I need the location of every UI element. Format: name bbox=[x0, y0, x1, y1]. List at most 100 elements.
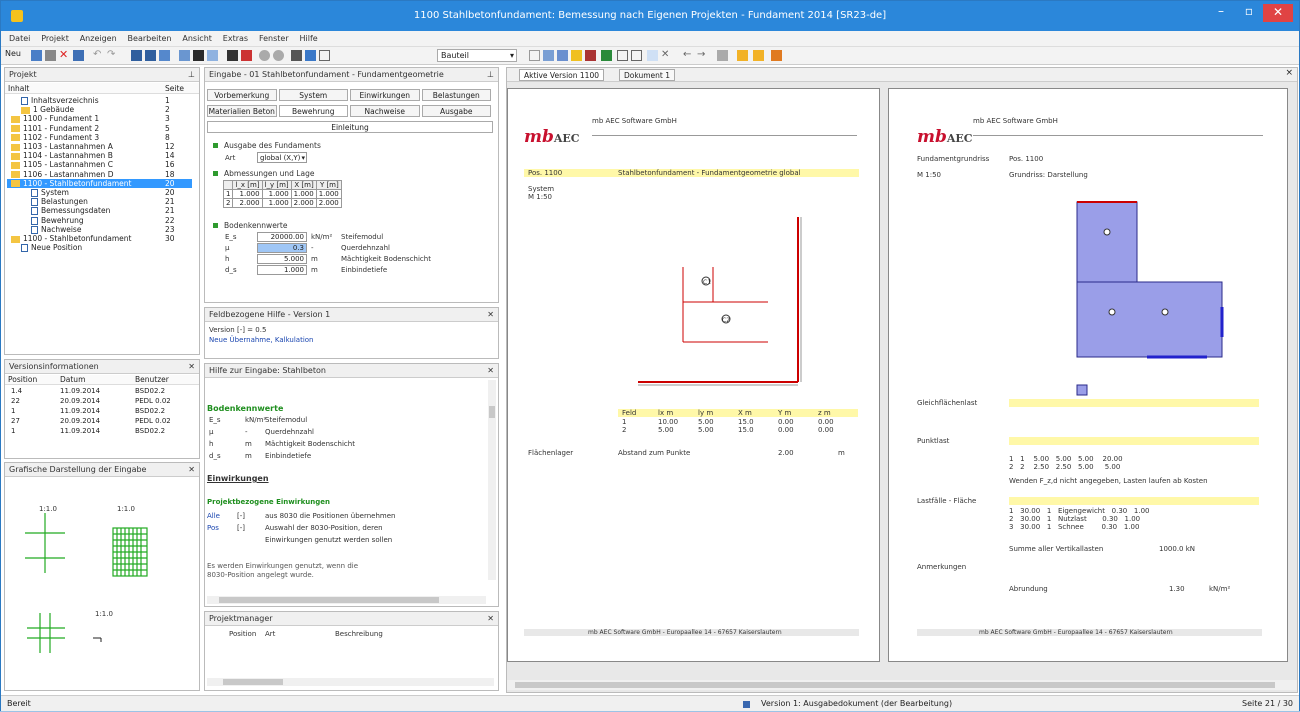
fit-icon[interactable] bbox=[647, 50, 658, 61]
tree-item[interactable]: 1101 - Fundament 2 5 bbox=[7, 124, 192, 133]
param-input[interactable]: 5.000 bbox=[257, 254, 307, 264]
grid-row[interactable]: 2 2.000 1.000 2.000 2.000 bbox=[222, 198, 342, 208]
tree-item[interactable]: 1104 - Lastannahmen B 14 bbox=[7, 151, 192, 160]
grid-cell[interactable]: 1.000 bbox=[261, 189, 292, 199]
table-icon[interactable] bbox=[207, 50, 218, 61]
layer-icon[interactable] bbox=[543, 50, 554, 61]
folder-icon[interactable] bbox=[737, 50, 748, 61]
grid-cell[interactable]: 1.000 bbox=[232, 189, 263, 199]
folder-open-icon[interactable] bbox=[753, 50, 764, 61]
close-icon[interactable]: ✕ bbox=[188, 360, 195, 374]
frame-icon[interactable] bbox=[319, 50, 330, 61]
grid-row[interactable]: 1 1.000 1.000 1.000 1.000 bbox=[222, 189, 342, 199]
field-help-link[interactable]: Neue Übernahme, Kalkulation bbox=[209, 336, 314, 344]
maximize-button[interactable]: ▫ bbox=[1235, 1, 1263, 23]
tab-einwirkungen[interactable]: Einwirkungen bbox=[350, 89, 420, 101]
help-hscrollbar[interactable] bbox=[207, 596, 486, 604]
menu-item-anzeigen[interactable]: Anzeigen bbox=[80, 31, 117, 47]
param-input[interactable]: 0.3 bbox=[257, 243, 307, 253]
arrow-right-icon[interactable]: → bbox=[697, 50, 708, 61]
grid-cell[interactable]: 2.000 bbox=[290, 198, 317, 208]
save-icon[interactable] bbox=[31, 50, 42, 61]
geometry-grid[interactable]: l_x [m] l_y [m] X [m] Y [m] 1 1.000 1.000 1.000… bbox=[222, 180, 342, 208]
tab-vorbemerkung[interactable]: Vorbemerkung bbox=[207, 89, 277, 101]
copy-icon[interactable] bbox=[179, 50, 190, 61]
tab-einleitung[interactable]: Einleitung bbox=[207, 121, 493, 133]
menu-item-hilfe[interactable]: Hilfe bbox=[300, 31, 318, 47]
pin-icon[interactable]: ⊥ bbox=[188, 68, 195, 82]
menu-item-fenster[interactable]: Fenster bbox=[259, 31, 289, 47]
tree-item[interactable]: 1103 - Lastannahmen A 12 bbox=[7, 142, 192, 151]
tab-system[interactable]: System bbox=[278, 89, 348, 101]
menu-item-datei[interactable]: Datei bbox=[9, 31, 30, 47]
tree-item[interactable]: 1 Gebäude 2 bbox=[7, 105, 192, 114]
draw-icon[interactable] bbox=[557, 50, 568, 61]
paste-icon[interactable] bbox=[193, 50, 204, 61]
undo-icon[interactable]: ↶ bbox=[93, 50, 104, 61]
version-row[interactable]: 1 11.09.2014 BSD02.2 bbox=[5, 407, 199, 416]
pdf-icon[interactable] bbox=[241, 50, 252, 61]
param-input[interactable]: 1.000 bbox=[257, 265, 307, 275]
pin-icon[interactable]: ⊥ bbox=[487, 68, 494, 82]
tree-item[interactable]: Nachweise 23 bbox=[7, 225, 192, 234]
highlight-icon[interactable] bbox=[571, 50, 582, 61]
component-combo[interactable]: Bauteil ▾ bbox=[437, 49, 517, 62]
delete-icon[interactable]: ✕ bbox=[59, 49, 70, 61]
close-doc-icon[interactable]: × bbox=[1285, 68, 1293, 78]
export-icon[interactable] bbox=[717, 50, 728, 61]
calc-all-icon[interactable] bbox=[145, 50, 156, 61]
zoom-icon[interactable] bbox=[273, 50, 284, 61]
properties-icon[interactable] bbox=[73, 50, 84, 61]
close-icon[interactable]: ✕ bbox=[188, 463, 195, 477]
grid-cell[interactable]: 1.000 bbox=[315, 189, 342, 199]
measure-icon[interactable] bbox=[601, 50, 612, 61]
tree-item[interactable]: Inhaltsverzeichnis 1 bbox=[7, 96, 192, 105]
grid-cell[interactable]: 1.000 bbox=[261, 198, 292, 208]
select-icon[interactable] bbox=[305, 50, 316, 61]
redo-icon[interactable]: ↷ bbox=[107, 50, 118, 61]
minimize-button[interactable]: – bbox=[1207, 1, 1235, 23]
tools-icon[interactable] bbox=[771, 50, 782, 61]
close-window-button[interactable]: ✕ bbox=[1263, 4, 1293, 22]
grid-cell[interactable]: 1 bbox=[222, 189, 234, 199]
cross-icon[interactable]: ✕ bbox=[661, 50, 672, 61]
tree-item[interactable]: 1102 - Fundament 3 8 bbox=[7, 133, 192, 142]
tree-item[interactable]: 1105 - Lastannahmen C 16 bbox=[7, 160, 192, 169]
close-icon[interactable]: ✕ bbox=[487, 308, 494, 322]
tab-nachweise[interactable]: Nachweise bbox=[350, 105, 420, 117]
tab-document-1[interactable]: Dokument 1 bbox=[619, 69, 675, 81]
version-row[interactable]: 27 20.09.2014 PEDL 0.02 bbox=[5, 417, 199, 426]
help-scrollbar[interactable] bbox=[488, 380, 496, 580]
grid-cell[interactable]: 2.000 bbox=[315, 198, 342, 208]
pdf-print-icon[interactable] bbox=[227, 50, 238, 61]
close-icon[interactable]: ✕ bbox=[487, 612, 494, 626]
tree-item[interactable]: 1100 - Fundament 1 3 bbox=[7, 114, 192, 123]
pm-hscrollbar[interactable] bbox=[207, 678, 494, 686]
close-icon[interactable]: ✕ bbox=[487, 364, 494, 378]
tab-bewehrung[interactable]: Bewehrung bbox=[278, 105, 348, 117]
tree-item[interactable]: Bewehrung 22 bbox=[7, 216, 192, 225]
view-icon[interactable] bbox=[159, 50, 170, 61]
calc-icon[interactable] bbox=[131, 50, 142, 61]
area-icon[interactable] bbox=[631, 50, 642, 61]
param-input[interactable]: 20000.00 bbox=[257, 232, 307, 242]
menu-item-ansicht[interactable]: Ansicht bbox=[182, 31, 212, 47]
new-button[interactable]: Neu bbox=[5, 49, 21, 58]
version-row[interactable]: 22 20.09.2014 PEDL 0.02 bbox=[5, 397, 199, 406]
tree-item[interactable]: Bemessungsdaten 21 bbox=[7, 206, 192, 216]
menu-item-bearbeiten[interactable]: Bearbeiten bbox=[128, 31, 172, 47]
arrow-left-icon[interactable]: ← bbox=[683, 50, 694, 61]
grid-cell[interactable]: 2 bbox=[222, 198, 234, 208]
print-icon[interactable] bbox=[45, 50, 56, 61]
grid-cell[interactable]: 2.000 bbox=[232, 198, 263, 208]
tree-item[interactable]: 1100 - Stahlbetonfundament 30 bbox=[7, 234, 192, 243]
search-icon[interactable] bbox=[259, 50, 270, 61]
line-icon[interactable] bbox=[585, 50, 596, 61]
tab-ausgabe[interactable]: Ausgabe bbox=[421, 105, 491, 117]
tab-active-version[interactable]: Aktive Version 1100 bbox=[519, 69, 604, 81]
tree-item[interactable]: Neue Position bbox=[7, 243, 192, 253]
grid-cell[interactable]: 1.000 bbox=[290, 189, 317, 199]
tree-item[interactable]: 1106 - Lastannahmen D 18 bbox=[7, 170, 192, 179]
grid-icon[interactable] bbox=[529, 50, 540, 61]
rect-icon[interactable] bbox=[617, 50, 628, 61]
